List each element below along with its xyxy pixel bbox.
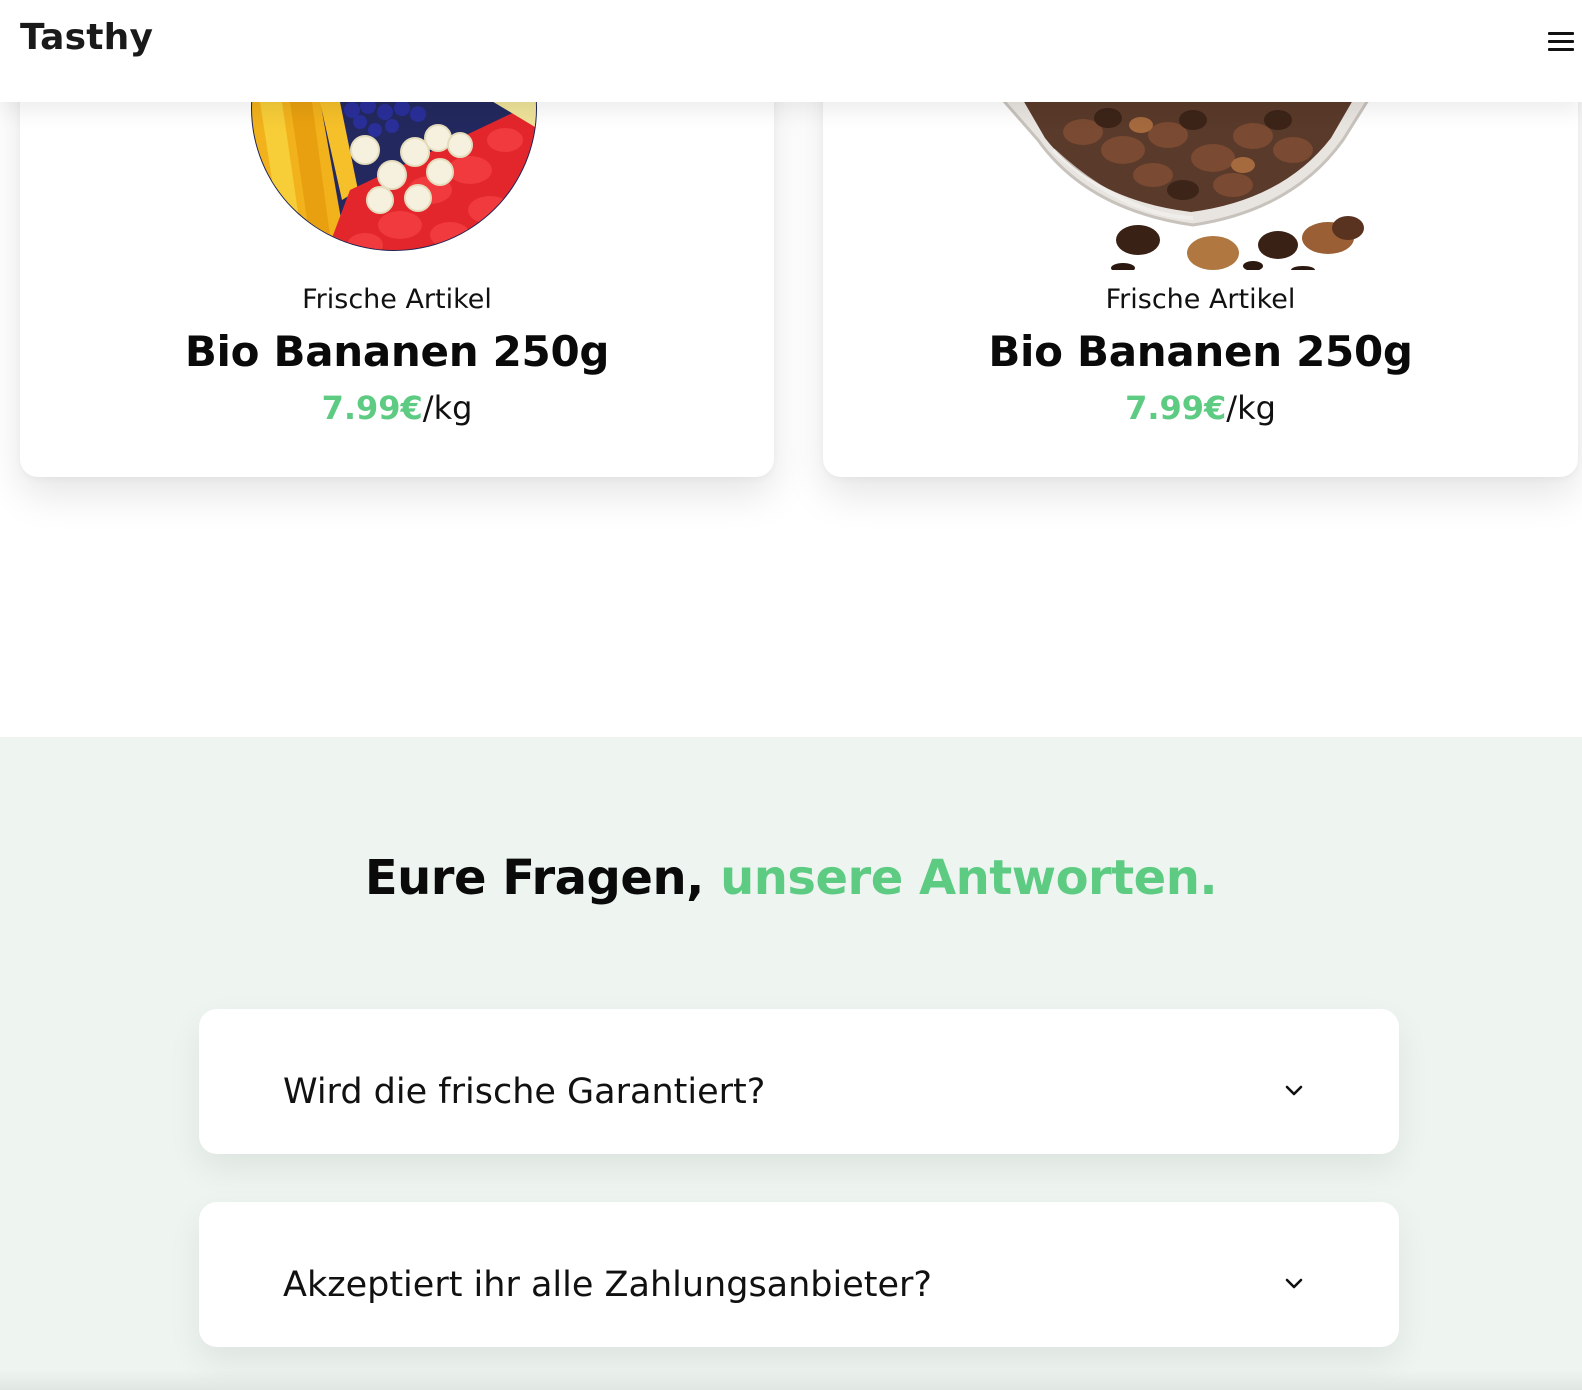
menu-line (1548, 31, 1574, 35)
product-card[interactable]: Frische Artikel Bio Bananen 250g 7.99€/k… (20, 40, 774, 477)
chevron-down-icon[interactable] (1284, 1084, 1304, 1098)
faq-item[interactable]: Wird die frische Garantiert? (199, 1009, 1399, 1154)
site-header: Tasthy (0, 0, 1582, 102)
faq-question: Akzeptiert ihr alle Zahlungsanbieter? (283, 1265, 933, 1305)
product-category: Frische Artikel (1105, 284, 1296, 315)
faq-title-main: Eure Fragen, (364, 850, 705, 906)
product-name: Bio Bananen 250g (988, 327, 1413, 376)
product-price-unit: /kg (422, 389, 473, 427)
faq-item[interactable]: Akzeptiert ihr alle Zahlungsanbieter? (199, 1202, 1399, 1347)
product-section: Frische Artikel Bio Bananen 250g 7.99€/k… (0, 0, 1582, 737)
product-price-line: 7.99€/kg (20, 389, 774, 427)
hamburger-menu-icon[interactable] (1548, 28, 1574, 54)
menu-line (1548, 39, 1574, 43)
faq-title: Eure Fragen, unsere Antworten. (0, 850, 1582, 906)
faq-title-accent: unsere Antworten. (720, 850, 1218, 906)
chevron-down-icon[interactable] (1284, 1277, 1304, 1291)
menu-line (1548, 47, 1574, 51)
page: Frische Artikel Bio Bananen 250g 7.99€/k… (0, 0, 1582, 1390)
product-category: Frische Artikel (302, 284, 492, 315)
brand-logo[interactable]: Tasthy (20, 17, 153, 58)
product-price-line: 7.99€/kg (823, 389, 1578, 427)
bottom-shadow (0, 1370, 1582, 1390)
product-price-unit: /kg (1226, 389, 1276, 427)
faq-section: Eure Fragen, unsere Antworten. Wird die … (0, 737, 1582, 1390)
product-name: Bio Bananen 250g (184, 327, 610, 376)
faq-question: Wird die frische Garantiert? (283, 1072, 766, 1112)
product-price: 7.99€ (1125, 389, 1227, 427)
product-price: 7.99€ (321, 389, 423, 427)
product-card[interactable]: Frische Artikel Bio Bananen 250g 7.99€/k… (823, 40, 1578, 477)
